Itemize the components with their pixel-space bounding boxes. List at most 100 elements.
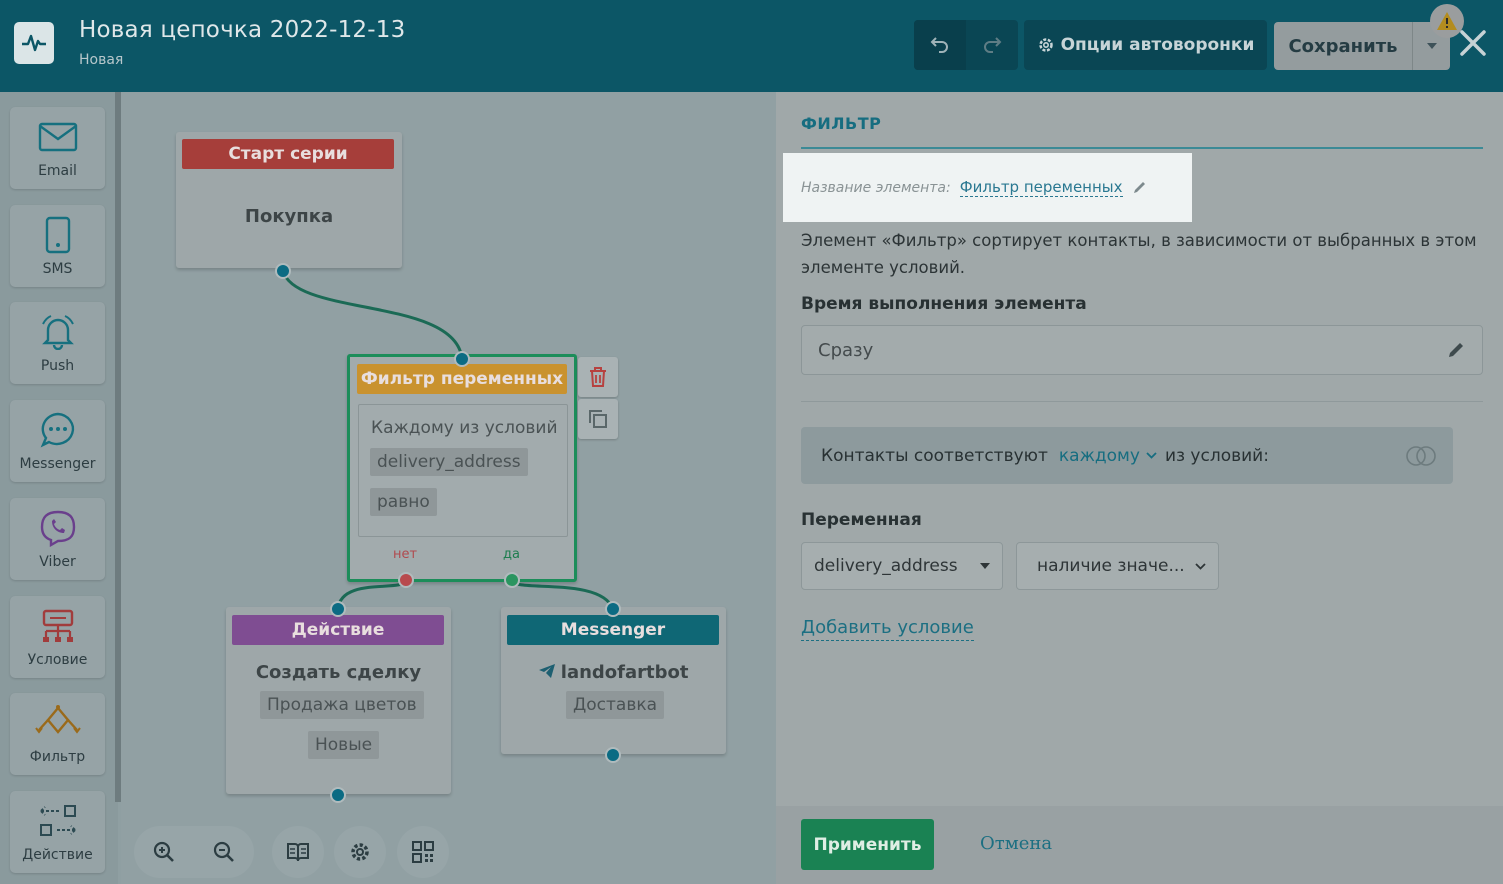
filter-operator-tag: равно bbox=[370, 488, 437, 516]
palette-item-label: SMS bbox=[42, 261, 73, 277]
match-mode-box: Контакты соответствуют каждому из услови… bbox=[801, 427, 1453, 484]
filter-yes-port[interactable] bbox=[504, 572, 520, 588]
palette-item-label: Условие bbox=[27, 652, 88, 668]
element-name-row: Название элемента: Фильтр переменных bbox=[783, 153, 1192, 222]
operator-select-value: наличие значе... bbox=[1037, 556, 1185, 576]
execution-time-field[interactable]: Сразу bbox=[801, 325, 1483, 375]
guide-button[interactable] bbox=[272, 826, 324, 878]
panel-footer: Применить Отмена bbox=[776, 806, 1503, 884]
palette-item-sms[interactable]: SMS bbox=[10, 205, 105, 287]
match-mode-dropdown[interactable]: каждому bbox=[1059, 446, 1157, 466]
action-node-header: Действие bbox=[232, 615, 444, 645]
palette-item-filter[interactable]: Фильтр bbox=[10, 693, 105, 775]
undo-button[interactable] bbox=[914, 20, 966, 70]
action-node-title: Создать сделку bbox=[255, 662, 422, 683]
action-node-pipeline-tag: Продажа цветов bbox=[260, 691, 424, 719]
filter-node-input-port[interactable] bbox=[454, 351, 470, 367]
bell-icon bbox=[10, 312, 105, 352]
match-mode-value: каждому bbox=[1058, 445, 1140, 466]
palette-item-label: Email bbox=[38, 163, 77, 179]
palette-item-push[interactable]: Push bbox=[10, 302, 105, 384]
filter-node-conditions: Каждому из условий delivery_address равн… bbox=[358, 404, 568, 537]
phone-icon bbox=[10, 215, 105, 255]
chevron-down-icon bbox=[1426, 43, 1437, 49]
chevron-down-icon bbox=[1195, 562, 1206, 570]
messenger-node-input-port[interactable] bbox=[605, 601, 621, 617]
chat-icon bbox=[10, 410, 105, 450]
match-suffix: из условий: bbox=[1164, 445, 1269, 466]
zoom-in-button[interactable] bbox=[134, 826, 194, 878]
execution-time-title: Время выполнения элемента bbox=[801, 294, 1087, 314]
qr-button[interactable] bbox=[397, 826, 449, 878]
apply-button[interactable]: Применить bbox=[801, 819, 934, 870]
filter-no-port[interactable] bbox=[398, 572, 414, 588]
qr-code-icon bbox=[412, 841, 434, 863]
close-icon[interactable] bbox=[1458, 28, 1488, 58]
copy-icon bbox=[589, 410, 607, 428]
filter-description: Элемент «Фильтр» сортирует контакты, в з… bbox=[801, 231, 1477, 277]
variable-title: Переменная bbox=[801, 510, 922, 530]
redo-button[interactable] bbox=[966, 20, 1018, 70]
filter-no-label: нет bbox=[393, 547, 418, 562]
filter-node[interactable]: Фильтр переменных Каждому из условий del… bbox=[347, 354, 577, 582]
palette-item-messenger[interactable]: Messenger bbox=[10, 400, 105, 482]
messenger-node-output-port[interactable] bbox=[605, 747, 621, 763]
messenger-bot-name: landofartbot bbox=[560, 662, 689, 683]
book-icon bbox=[287, 843, 309, 862]
undo-redo-group bbox=[914, 20, 1018, 70]
action-node[interactable]: Действие Создать сделку Продажа цветов Н… bbox=[226, 607, 451, 794]
palette-item-action[interactable]: Действие bbox=[10, 791, 105, 873]
filter-icon bbox=[10, 703, 105, 743]
divider bbox=[801, 401, 1483, 402]
action-node-input-port[interactable] bbox=[330, 601, 346, 617]
viber-icon bbox=[10, 508, 105, 548]
email-icon bbox=[10, 117, 105, 157]
variable-select-value: delivery_address bbox=[814, 556, 958, 576]
gear-icon bbox=[351, 843, 369, 861]
intersection-icon[interactable] bbox=[1405, 445, 1437, 467]
filter-condition-mode: Каждому из условий bbox=[371, 418, 558, 438]
palette-item-condition[interactable]: Условие bbox=[10, 596, 105, 678]
start-node-trigger: Покупка bbox=[244, 206, 334, 227]
app-logo-icon[interactable] bbox=[14, 22, 54, 64]
save-button[interactable]: Сохранить bbox=[1274, 22, 1412, 70]
zoom-controls bbox=[134, 826, 254, 878]
palette-item-label: Messenger bbox=[19, 456, 96, 472]
start-node[interactable]: Старт серии Покупка bbox=[176, 132, 402, 268]
zoom-in-icon bbox=[153, 841, 174, 862]
copy-node-button[interactable] bbox=[578, 399, 618, 439]
filter-variable-tag: delivery_address bbox=[370, 448, 528, 476]
redo-icon bbox=[984, 37, 1002, 53]
zoom-out-icon bbox=[213, 841, 234, 862]
filter-node-header: Фильтр переменных bbox=[357, 364, 567, 394]
operator-select[interactable]: наличие значе... bbox=[1016, 542, 1219, 590]
workflow-canvas[interactable]: Старт серии Покупка Фильтр переменных Ка… bbox=[121, 92, 776, 884]
delete-node-button[interactable] bbox=[578, 357, 618, 397]
tab-filter[interactable]: ФИЛЬТР bbox=[801, 114, 881, 133]
element-name-value[interactable]: Фильтр переменных bbox=[959, 178, 1123, 197]
action-node-output-port[interactable] bbox=[330, 787, 346, 803]
palette-item-viber[interactable]: Viber bbox=[10, 498, 105, 580]
cancel-button[interactable]: Отмена bbox=[980, 833, 1052, 854]
start-node-header: Старт серии bbox=[182, 139, 394, 169]
action-node-stage-tag: Новые bbox=[308, 731, 380, 759]
messenger-node[interactable]: Messenger landofartbot Доставка bbox=[501, 607, 726, 754]
palette-item-email[interactable]: Email bbox=[10, 107, 105, 189]
filter-yes-label: да bbox=[503, 547, 520, 562]
funnel-options-button[interactable]: Опции автоворонки bbox=[1024, 20, 1267, 70]
telegram-icon bbox=[538, 664, 555, 678]
start-node-output-port[interactable] bbox=[275, 263, 291, 279]
pencil-icon[interactable] bbox=[1446, 340, 1466, 360]
palette-item-label: Действие bbox=[22, 847, 93, 863]
pencil-icon[interactable] bbox=[1132, 180, 1147, 195]
zoom-out-button[interactable] bbox=[194, 826, 254, 878]
match-prefix: Контакты соответствуют bbox=[821, 445, 1048, 466]
tab-underline bbox=[801, 147, 1483, 149]
messenger-node-tag: Доставка bbox=[566, 691, 665, 719]
settings-button[interactable] bbox=[334, 826, 386, 878]
element-name-label: Название элемента: bbox=[801, 179, 951, 196]
add-condition-link[interactable]: Добавить условие bbox=[801, 616, 974, 641]
variable-select[interactable]: delivery_address bbox=[801, 542, 1003, 590]
condition-icon bbox=[10, 606, 105, 646]
messenger-node-header: Messenger bbox=[507, 615, 719, 645]
